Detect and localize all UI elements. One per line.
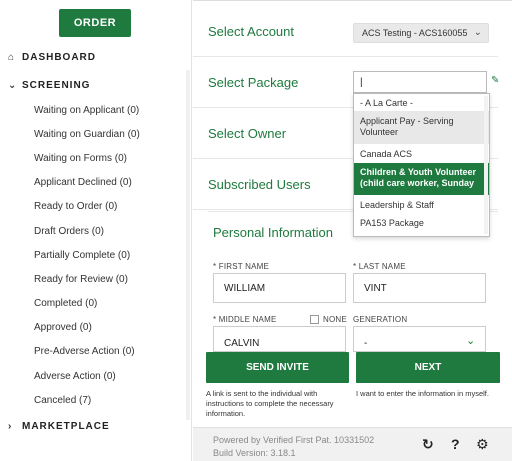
help-icon[interactable]: ?: [451, 436, 460, 452]
package-option[interactable]: Canada ACS: [354, 144, 489, 163]
pencil-icon[interactable]: ✎: [491, 75, 499, 86]
sidebar-item-waiting-on-forms[interactable]: Waiting on Forms (0): [34, 146, 184, 170]
refresh-icon[interactable]: ↻: [422, 436, 434, 453]
sidebar-item-applicant-declined[interactable]: Applicant Declined (0): [34, 171, 184, 195]
subscribed-users-label: Subscribed Users: [208, 177, 311, 192]
sidebar-item-waiting-on-applicant[interactable]: Waiting on Applicant (0): [34, 98, 184, 122]
sidebar-item-ready-to-order[interactable]: Ready to Order (0): [34, 195, 184, 219]
nav-dashboard-label: DASHBOARD: [22, 52, 96, 63]
send-invite-hint: A link is sent to the individual with in…: [206, 389, 334, 418]
select-package-label: Select Package: [208, 75, 299, 90]
none-label: NONE: [323, 315, 347, 324]
first-name-label: * FIRST NAME: [213, 262, 270, 271]
nav-screening[interactable]: ⌄ SCREENING: [8, 80, 90, 91]
sidebar-item-approved[interactable]: Approved (0): [34, 316, 184, 340]
sidebar-item-partially-complete[interactable]: Partially Complete (0): [34, 243, 184, 267]
account-select[interactable]: ACS Testing - ACS160055 ⌄: [353, 23, 489, 43]
order-button[interactable]: ORDER: [59, 9, 131, 37]
chevron-down-icon: ⌄: [473, 27, 482, 38]
account-select-value: ACS Testing - ACS160055: [362, 28, 468, 38]
sidebar-item-adverse-action[interactable]: Adverse Action (0): [34, 364, 184, 388]
package-option[interactable]: Applicant Pay - Serving Volunteer: [354, 111, 489, 144]
gear-icon[interactable]: ⚙: [476, 436, 489, 453]
middle-name-label: * MIDDLE NAME: [213, 315, 277, 324]
build-version-text: Build Version: 3.18.1: [213, 448, 296, 458]
generation-label: GENERATION: [353, 315, 408, 324]
last-name-label: * LAST NAME: [353, 262, 406, 271]
chevron-right-icon: ›: [8, 421, 13, 432]
sidebar-scrollbar[interactable]: [186, 70, 190, 420]
last-name-field[interactable]: VINT: [353, 273, 486, 303]
top-divider: [193, 0, 512, 4]
home-icon: ⌂: [8, 52, 16, 63]
chevron-down-icon: ⌄: [8, 80, 18, 91]
send-invite-button[interactable]: SEND INVITE: [206, 352, 349, 383]
select-account-label: Select Account: [208, 24, 294, 39]
dropdown-scrollbar[interactable]: [484, 96, 488, 234]
nav-marketplace[interactable]: › MARKETPLACE: [8, 421, 110, 432]
chevron-down-icon: ⌄: [466, 335, 476, 347]
next-hint: I want to enter the information in mysel…: [356, 389, 489, 398]
sidebar-item-ready-for-review[interactable]: Ready for Review (0): [34, 267, 184, 291]
screening-list: Waiting on Applicant (0) Waiting on Guar…: [34, 98, 184, 412]
package-option[interactable]: PA153 Package: [354, 214, 489, 232]
powered-by-text: Powered by Verified First Pat. 10331502: [213, 435, 375, 445]
sidebar-item-waiting-on-guardian[interactable]: Waiting on Guardian (0): [34, 122, 184, 146]
none-checkbox[interactable]: [310, 315, 319, 324]
nav-marketplace-label: MARKETPLACE: [22, 421, 110, 432]
select-account-row: Select Account ACS Testing - ACS160055 ⌄: [193, 6, 498, 57]
package-option[interactable]: - A La Carte -: [354, 94, 489, 111]
sidebar-item-completed[interactable]: Completed (0): [34, 292, 184, 316]
sidebar-item-pre-adverse-action[interactable]: Pre-Adverse Action (0): [34, 340, 184, 364]
sidebar-item-canceled[interactable]: Canceled (7): [34, 388, 184, 412]
nav-dashboard[interactable]: ⌂ DASHBOARD: [8, 52, 96, 63]
package-dropdown: - A La Carte - Applicant Pay - Serving V…: [353, 93, 490, 237]
middle-name-field[interactable]: CALVIN: [213, 326, 346, 352]
sidebar-item-draft-orders[interactable]: Draft Orders (0): [34, 219, 184, 243]
first-name-field[interactable]: WILLIAM: [213, 273, 346, 303]
nav-screening-label: SCREENING: [22, 80, 91, 91]
next-button[interactable]: NEXT: [356, 352, 500, 383]
package-option-selected[interactable]: Children & Youth Volunteer (child care w…: [354, 163, 489, 195]
package-search-input[interactable]: |: [353, 71, 487, 93]
package-option[interactable]: Leadership & Staff: [354, 195, 489, 214]
select-owner-label: Select Owner: [208, 126, 287, 141]
footer: Powered by Verified First Pat. 10331502 …: [193, 427, 512, 461]
sidebar: ORDER ⌂ DASHBOARD ⌄ SCREENING Waiting on…: [0, 0, 192, 461]
personal-information-title: Personal Information: [213, 225, 333, 240]
